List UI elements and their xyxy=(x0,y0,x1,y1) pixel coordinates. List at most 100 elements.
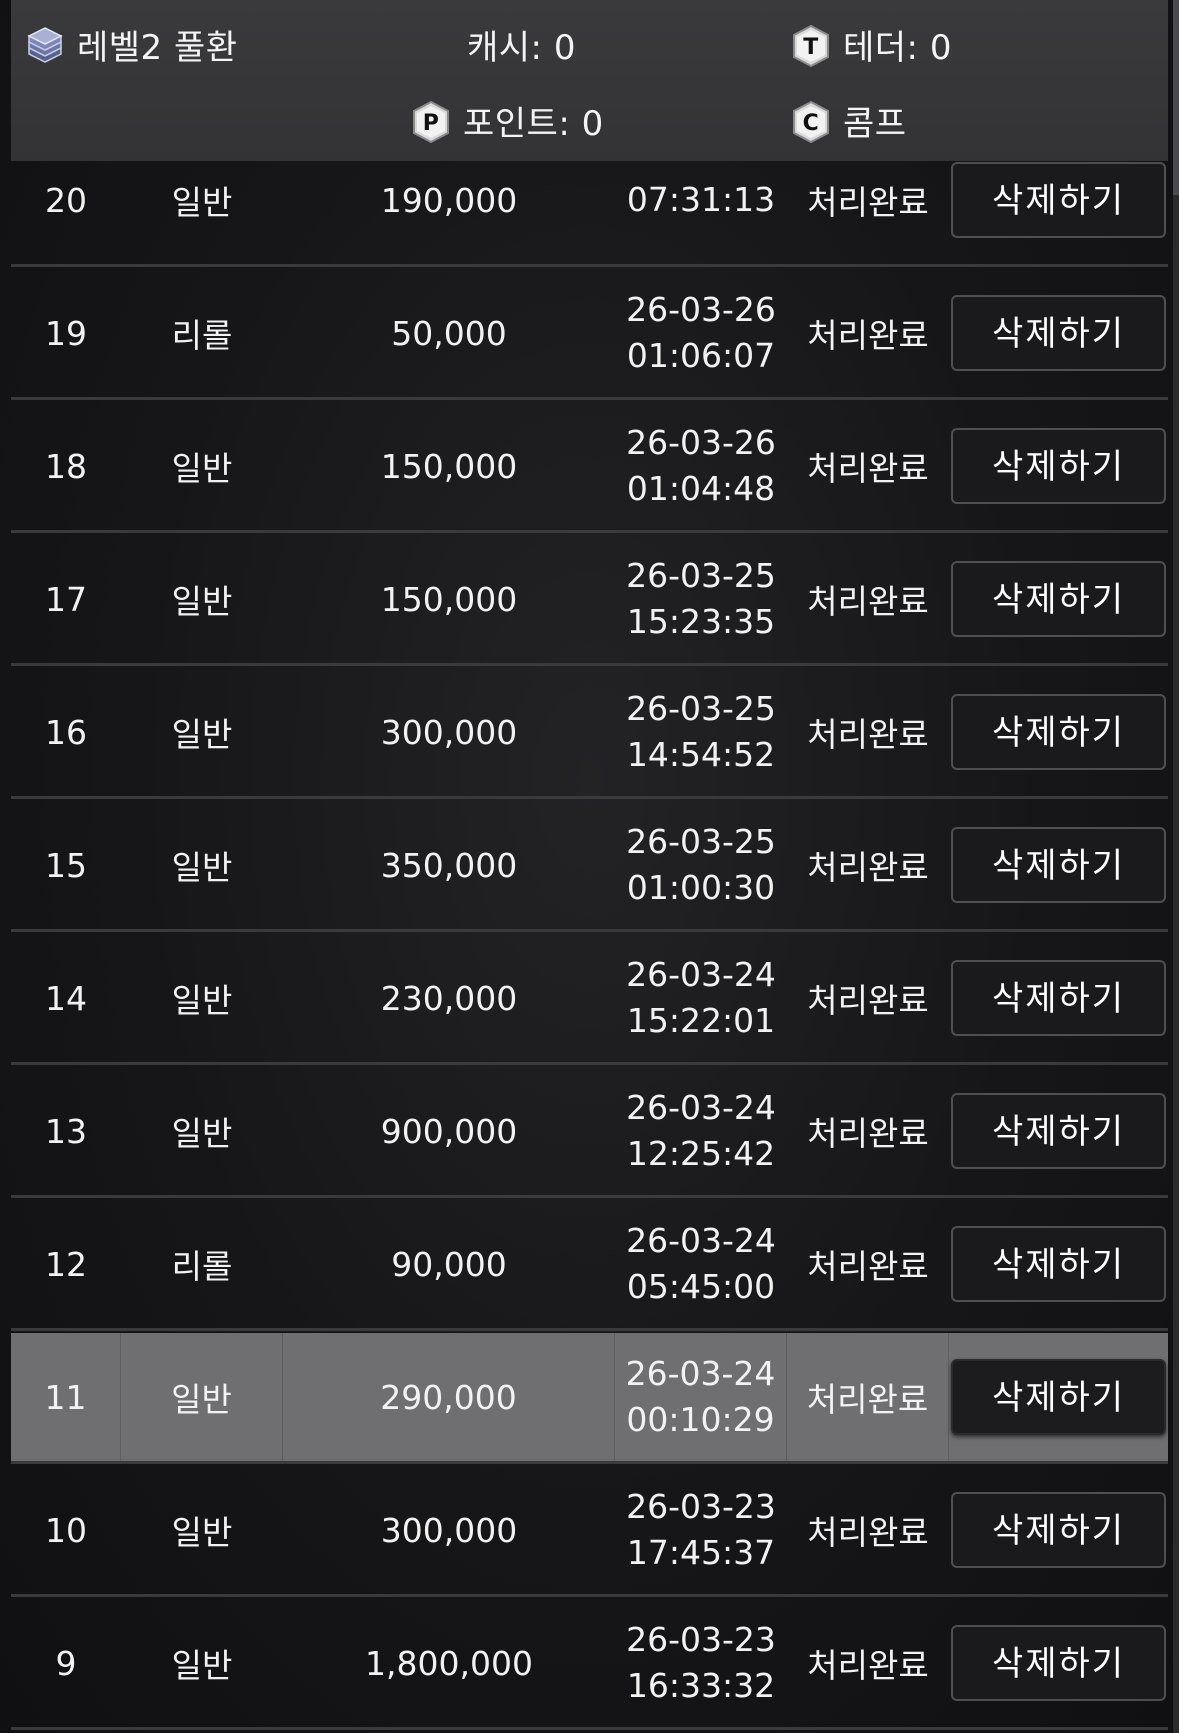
row-date: 26-03-25 xyxy=(626,556,776,595)
delete-button[interactable]: 삭제하기 xyxy=(951,561,1166,637)
row-number: 11 xyxy=(11,1333,121,1461)
delete-button[interactable]: 삭제하기 xyxy=(951,960,1166,1036)
row-date: 26-03-24 xyxy=(626,955,776,994)
comp-coin-icon: C xyxy=(791,100,831,143)
table-row[interactable]: 15 일반 350,000 26-03-25 01:00:30 처리완료 삭제하기 xyxy=(11,801,1168,932)
row-type: 리롤 xyxy=(171,1247,233,1286)
row-time: 15:23:35 xyxy=(626,602,776,641)
row-action: 삭제하기 xyxy=(949,269,1168,397)
delete-button[interactable]: 삭제하기 xyxy=(951,295,1166,371)
row-amount: 290,000 xyxy=(283,1333,615,1461)
row-amount: 50,000 xyxy=(391,313,507,353)
row-action: 삭제하기 xyxy=(949,1200,1168,1328)
row-action: 삭제하기 xyxy=(949,668,1168,796)
delete-button[interactable]: 삭제하기 xyxy=(951,428,1166,504)
row-status: 처리완료 xyxy=(807,715,929,754)
cash-label: 캐시: 0 xyxy=(467,28,576,68)
row-time: 01:04:48 xyxy=(626,469,776,508)
delete-button[interactable]: 삭제하기 xyxy=(951,1226,1166,1302)
page: 20 일반 190,000 07:31:13 처리완료 삭제하기 19 리롤 50,000 26-… xyxy=(0,0,1179,1733)
level-display: 레벨2 풀환 xyxy=(25,20,238,69)
row-action: 삭제하기 xyxy=(949,1067,1168,1195)
row-datetime: 26-03-26 01:06:07 xyxy=(615,269,787,397)
scrollbar-thumb[interactable] xyxy=(1173,0,1179,195)
row-time: 07:31:13 xyxy=(626,180,776,219)
row-type: 일반 xyxy=(171,1513,233,1552)
row-amount: 150,000 xyxy=(380,446,518,486)
table-row[interactable]: 13 일반 900,000 26-03-24 12:25:42 처리완료 삭제하기 xyxy=(11,1067,1168,1198)
delete-button[interactable]: 삭제하기 xyxy=(951,694,1166,770)
row-number: 16 xyxy=(45,712,87,752)
row-amount: 300,000 xyxy=(380,1510,518,1550)
table-row[interactable]: 14 일반 230,000 26-03-24 15:22:01 처리완료 삭제하기 xyxy=(11,934,1168,1065)
row-amount: 350,000 xyxy=(380,845,518,885)
row-type: 일반 xyxy=(121,1333,283,1461)
row-action: 삭제하기 xyxy=(949,934,1168,1062)
table-row[interactable]: 9 일반 1,800,000 26-03-23 16:33:32 처리완료 삭제하기 xyxy=(11,1599,1168,1730)
level-label: 레벨2 풀환 xyxy=(77,28,238,68)
row-status: 처리완료 xyxy=(807,1114,929,1153)
row-action: 삭제하기 xyxy=(949,535,1168,663)
row-date: 26-03-25 xyxy=(626,822,776,861)
row-date: 26-03-26 xyxy=(626,290,776,329)
point-label: 포인트: 0 xyxy=(463,104,604,144)
table-row[interactable]: 10 일반 300,000 26-03-23 17:45:37 처리완료 삭제하기 xyxy=(11,1466,1168,1597)
row-type: 일반 xyxy=(171,981,233,1020)
row-date: 26-03-25 xyxy=(626,689,776,728)
row-action: 삭제하기 xyxy=(949,1466,1168,1594)
row-status: 처리완료 xyxy=(807,582,929,621)
row-datetime: 26-03-24 15:22:01 xyxy=(615,934,787,1062)
tether-label: 테더: 0 xyxy=(843,28,952,68)
table-row[interactable]: 18 일반 150,000 26-03-26 01:04:48 처리완료 삭제하기 xyxy=(11,402,1168,533)
comp-display[interactable]: C 콤프 xyxy=(791,96,907,145)
cash-display: 캐시: 0 xyxy=(467,20,576,69)
row-datetime: 26-03-25 14:54:52 xyxy=(615,668,787,796)
row-amount: 230,000 xyxy=(380,978,518,1018)
row-time: 00:10:29 xyxy=(626,1400,775,1439)
delete-button[interactable]: 삭제하기 xyxy=(951,1093,1166,1169)
row-amount: 90,000 xyxy=(391,1244,507,1284)
row-type: 일반 xyxy=(171,715,233,754)
table-row[interactable]: 17 일반 150,000 26-03-25 15:23:35 처리완료 삭제하기 xyxy=(11,535,1168,666)
row-number: 15 xyxy=(45,845,87,885)
comp-label: 콤프 xyxy=(843,104,907,144)
row-date: 26-03-23 xyxy=(626,1620,776,1659)
delete-button[interactable]: 삭제하기 xyxy=(951,1492,1166,1568)
row-date: 26-03-24 xyxy=(626,1221,776,1260)
row-status: 처리완료 xyxy=(807,316,929,355)
row-type: 일반 xyxy=(171,582,233,621)
row-amount: 900,000 xyxy=(380,1111,518,1151)
row-action: 삭제하기 xyxy=(949,1333,1168,1461)
table-row[interactable]: 11 일반 290,000 26-03-24 00:10:29 처리완료 삭제하기 xyxy=(11,1333,1168,1464)
row-type: 리롤 xyxy=(171,316,233,355)
row-datetime: 26-03-25 15:23:35 xyxy=(615,535,787,663)
row-number: 10 xyxy=(45,1510,87,1550)
row-type: 일반 xyxy=(171,1646,233,1685)
point-coin-icon: P xyxy=(411,100,451,143)
delete-button[interactable]: 삭제하기 xyxy=(951,827,1166,903)
row-datetime: 26-03-24 00:10:29 xyxy=(615,1333,787,1461)
row-date: 26-03-24 xyxy=(626,1088,776,1127)
row-date: 26-03-23 xyxy=(626,1487,776,1526)
table-row[interactable]: 12 리롤 90,000 26-03-24 05:45:00 처리완료 삭제하기 xyxy=(11,1200,1168,1331)
scrollbar[interactable] xyxy=(1173,0,1179,1733)
row-status: 처리완료 xyxy=(807,449,929,488)
svg-text:P: P xyxy=(423,111,440,136)
table-row[interactable]: 19 리롤 50,000 26-03-26 01:06:07 처리완료 삭제하기 xyxy=(11,269,1168,400)
row-time: 12:25:42 xyxy=(626,1134,776,1173)
row-number: 18 xyxy=(45,446,87,486)
delete-button[interactable]: 삭제하기 xyxy=(951,1625,1166,1701)
row-status: 처리완료 xyxy=(807,1646,929,1685)
delete-button[interactable]: 삭제하기 xyxy=(951,1359,1166,1435)
row-status: 처리완료 xyxy=(807,848,929,887)
table-row[interactable]: 16 일반 300,000 26-03-25 14:54:52 처리완료 삭제하기 xyxy=(11,668,1168,799)
row-number: 19 xyxy=(45,313,87,353)
row-amount: 1,800,000 xyxy=(365,1643,533,1683)
row-time: 16:33:32 xyxy=(626,1666,776,1705)
delete-button[interactable]: 삭제하기 xyxy=(951,162,1166,238)
row-type: 일반 xyxy=(171,1114,233,1153)
row-datetime: 26-03-23 17:45:37 xyxy=(615,1466,787,1594)
svg-text:T: T xyxy=(803,35,819,60)
row-action: 삭제하기 xyxy=(949,1599,1168,1727)
row-number: 14 xyxy=(45,978,87,1018)
